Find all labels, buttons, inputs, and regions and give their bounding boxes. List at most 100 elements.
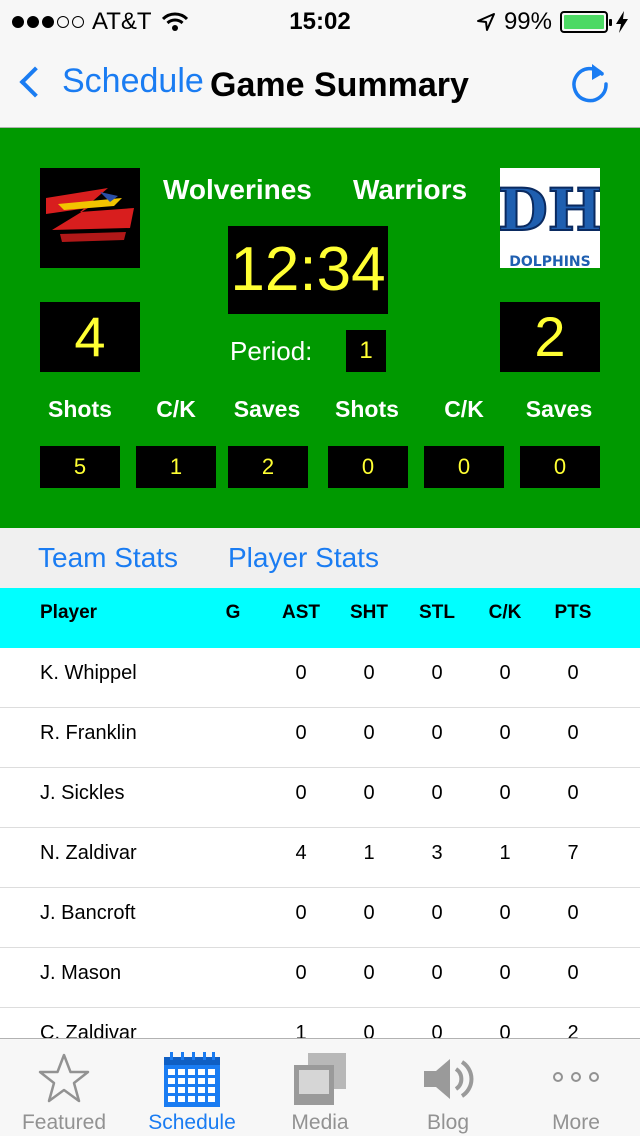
- tab-more-label: More: [552, 1111, 600, 1134]
- home-shots-label: Shots: [48, 396, 112, 422]
- table-row[interactable]: J. Bancroft 0 0 0 0 0: [0, 888, 640, 948]
- player-name: N. Zaldivar: [40, 842, 137, 864]
- page-title: Game Summary: [210, 66, 469, 104]
- ck-value: 0: [499, 902, 511, 924]
- back-button[interactable]: Schedule: [14, 62, 204, 101]
- navigation-bar: Schedule Game Summary: [0, 40, 640, 128]
- player-name: J. Mason: [40, 962, 122, 984]
- tab-schedule[interactable]: Schedule: [128, 1039, 256, 1136]
- media-icon: [294, 1053, 346, 1105]
- column-ck: C/K: [488, 602, 522, 623]
- table-row[interactable]: J. Sickles 0 0 0 0 0: [0, 768, 640, 828]
- column-stl: STL: [419, 602, 455, 623]
- sht-value: 0: [363, 902, 375, 924]
- stl-value: 3: [431, 842, 443, 864]
- away-team-name: Warriors: [353, 174, 468, 205]
- away-ck-label: C/K: [444, 396, 484, 422]
- tab-more[interactable]: More: [512, 1039, 640, 1136]
- tab-blog-label: Blog: [426, 1111, 470, 1134]
- tab-media[interactable]: Media: [256, 1039, 384, 1136]
- stl-value: 0: [431, 782, 443, 804]
- stl-value: 0: [431, 962, 443, 984]
- home-shots-value: 5: [40, 446, 120, 488]
- player-table-header: Player G AST SHT STL C/K PTS: [0, 588, 640, 648]
- pts-value: 2: [567, 1022, 579, 1038]
- battery-icon: [560, 11, 612, 33]
- sht-value: 0: [363, 962, 375, 984]
- table-row[interactable]: N. Zaldivar 4 1 3 1 7: [0, 828, 640, 888]
- tab-player-stats[interactable]: Player Stats: [228, 542, 379, 574]
- sht-value: 0: [363, 1022, 375, 1038]
- tab-schedule-label: Schedule: [148, 1111, 236, 1134]
- home-saves-label: Saves: [233, 396, 301, 422]
- wolverines-logo-icon: [46, 188, 134, 242]
- refresh-icon[interactable]: [568, 60, 612, 104]
- ast-value: 1: [295, 1022, 307, 1038]
- svg-text:DOLPHINS: DOLPHINS: [509, 254, 590, 268]
- pts-value: 0: [567, 782, 579, 804]
- tab-blog[interactable]: Blog: [384, 1039, 512, 1136]
- stats-segment: Team Stats Player Stats: [0, 528, 640, 588]
- sht-value: 0: [363, 782, 375, 804]
- period-value: 1: [346, 330, 386, 372]
- table-row[interactable]: J. Mason 0 0 0 0 0: [0, 948, 640, 1008]
- table-row[interactable]: C. Zaldivar 1 0 0 0 2: [0, 1008, 640, 1038]
- player-name: C. Zaldivar: [40, 1022, 137, 1038]
- tab-team-stats[interactable]: Team Stats: [38, 542, 178, 574]
- player-name: K. Whippel: [40, 662, 137, 684]
- ck-value: 0: [499, 782, 511, 804]
- player-name: J. Bancroft: [40, 902, 136, 924]
- ck-value: 0: [499, 722, 511, 744]
- away-team-logo: DH DOLPHINS: [496, 168, 604, 270]
- ast-value: 0: [295, 662, 307, 684]
- player-name: R. Franklin: [40, 722, 137, 744]
- away-shots-value: 0: [328, 446, 408, 488]
- home-saves-value: 2: [228, 446, 308, 488]
- calendar-icon: [164, 1052, 220, 1107]
- stl-value: 0: [431, 662, 443, 684]
- column-player: Player: [40, 602, 98, 623]
- svg-text:DH: DH: [500, 176, 600, 244]
- ck-value: 0: [499, 662, 511, 684]
- pts-value: 0: [567, 962, 579, 984]
- table-row[interactable]: R. Franklin 0 0 0 0 0: [0, 708, 640, 768]
- star-icon: [38, 1053, 90, 1103]
- player-name: J. Sickles: [40, 782, 125, 804]
- ast-value: 0: [295, 782, 307, 804]
- sht-value: 1: [363, 842, 375, 864]
- location-arrow-icon: [476, 13, 495, 31]
- away-shots-label: Shots: [335, 396, 399, 422]
- ast-value: 0: [295, 902, 307, 924]
- stl-value: 0: [431, 902, 443, 924]
- tab-featured[interactable]: Featured: [0, 1039, 128, 1136]
- home-ck-label: C/K: [156, 396, 196, 422]
- column-pts: PTS: [554, 602, 592, 623]
- away-ck-value: 0: [424, 446, 504, 488]
- more-icon: [553, 1072, 599, 1082]
- column-ast: AST: [282, 602, 320, 623]
- player-table[interactable]: K. Whippel 0 0 0 0 0 R. Franklin 0 0 0 0…: [0, 648, 640, 1038]
- pts-value: 0: [567, 722, 579, 744]
- home-score: 4: [40, 302, 140, 372]
- ast-value: 0: [295, 722, 307, 744]
- ck-value: 0: [499, 962, 511, 984]
- table-row[interactable]: K. Whippel 0 0 0 0 0: [0, 648, 640, 708]
- away-saves-value: 0: [520, 446, 600, 488]
- ck-value: 0: [499, 1022, 511, 1038]
- away-saves-label: Saves: [525, 396, 593, 422]
- stl-value: 0: [431, 1022, 443, 1038]
- away-score: 2: [500, 302, 600, 372]
- column-sht: SHT: [350, 602, 388, 623]
- ast-value: 4: [295, 842, 307, 864]
- status-right: 99%: [476, 8, 628, 36]
- dolphins-logo-icon: DH DOLPHINS: [496, 175, 603, 270]
- tab-bar: Featured Schedule Media Blog More: [0, 1038, 640, 1136]
- back-button-label: Schedule: [62, 62, 204, 100]
- speaker-icon: [424, 1059, 474, 1099]
- stl-value: 0: [431, 722, 443, 744]
- charging-bolt-icon: [616, 11, 628, 33]
- period-label: Period:: [230, 336, 313, 366]
- pts-value: 0: [567, 902, 579, 924]
- game-clock: 12:34: [228, 226, 388, 314]
- home-team-name: Wolverines: [163, 174, 312, 205]
